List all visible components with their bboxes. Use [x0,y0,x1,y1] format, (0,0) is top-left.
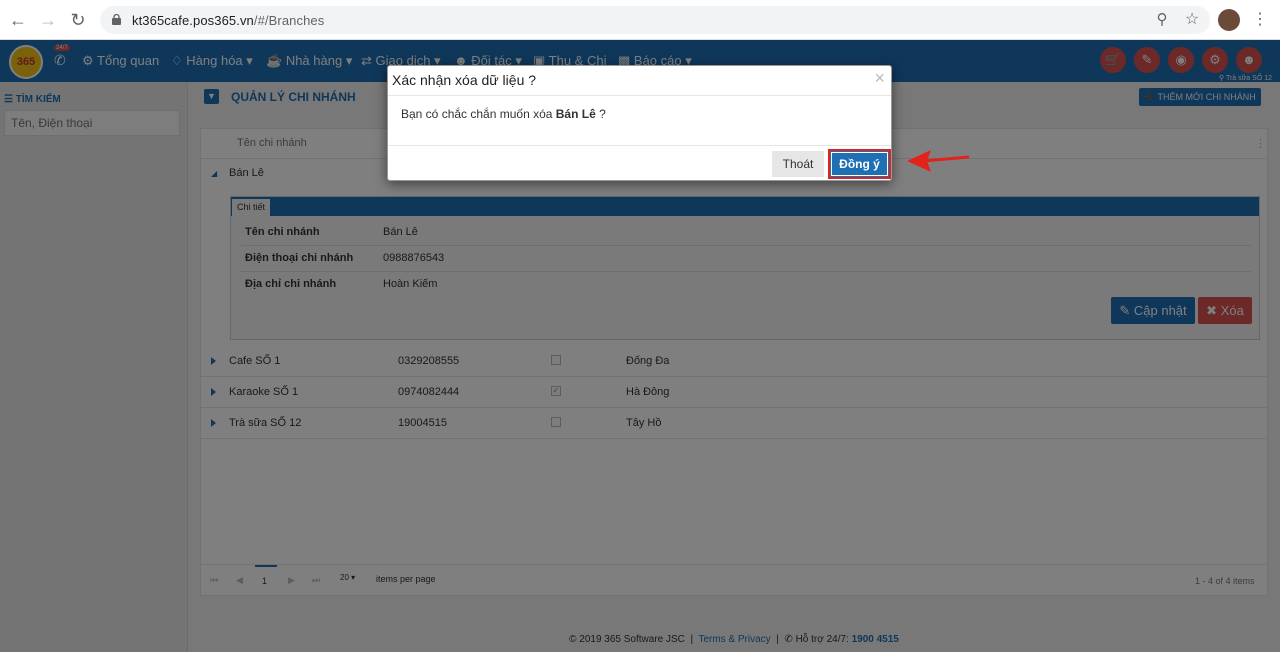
row-address: Hà Đông [626,386,670,398]
add-branch-label: THÊM MỚI CHI NHÁNH [1157,92,1256,102]
row-phone: 0329208555 [398,355,460,367]
phone-square-icon: ✆ [784,634,793,645]
detail-value-phone: 0988876543 [383,252,445,264]
pager-info: 1 - 4 of 4 items [1195,576,1255,586]
zoom-icon[interactable]: ⚲ [1152,10,1172,30]
pager-first-icon[interactable]: ⏮ [210,575,218,586]
expanded-row-name[interactable]: Bán Lê [229,167,264,179]
dialog-message-prefix: Bạn có chắc chắn muốn xóa [401,107,556,121]
column-header-name[interactable]: Tên chi nhánh [237,137,307,149]
table-row[interactable]: Karaoke SỐ 1 0974082444 ✓ Hà Đông [200,377,1268,408]
sidebar-title-label: TÌM KIẾM [15,94,61,105]
delete-button[interactable]: ✖ Xóa [1198,297,1252,324]
row-name: Cafe SỐ 1 [229,355,281,367]
row-phone: 19004515 [398,417,447,429]
filter-icon: ▼ [204,89,219,104]
footer-terms-link[interactable]: Terms & Privacy [698,634,770,645]
menu-icon[interactable]: ⋮ [1250,10,1270,30]
cart-icon[interactable]: 🛒 [1100,47,1126,73]
footer: © 2019 365 Software JSC | Terms & Privac… [188,627,1280,652]
dialog-message-suffix: ? [595,107,606,121]
location-icon[interactable]: ◉ [1168,47,1194,73]
page-title: QUẢN LÝ CHI NHÁNH [231,90,356,104]
sidebar: ☰ TÌM KIẾM [0,82,188,652]
url-path: /#/Branches [253,13,325,28]
pager-size-label: items per page [376,574,436,584]
expand-icon[interactable] [211,357,216,365]
table-row[interactable]: Cafe SỐ 1 0329208555 Đống Đa [200,346,1268,377]
column-menu-icon[interactable]: ⋮ [1255,137,1266,150]
nav-dashboard-label: Tổng quan [97,53,160,68]
nav-products[interactable]: ♢ Hàng hóa ▾ [171,53,253,69]
nav-restaurant-label: Nhà hàng [285,53,343,68]
pager-next-icon[interactable]: ▶ [288,575,295,586]
forward-icon[interactable]: → [38,10,58,30]
detail-label-address: Địa chỉ chi nhánh [245,278,337,290]
back-icon[interactable]: ← [8,10,28,30]
table-row[interactable]: Trà sữa SỐ 12 19004515 Tây Hồ [200,408,1268,439]
footer-copyright: © 2019 365 Software JSC [569,634,685,645]
pager-prev-icon[interactable]: ◀ [236,575,243,586]
edit-icon[interactable]: ✎ [1134,47,1160,73]
phone-icon[interactable]: ✆ [54,52,66,69]
annotation-arrow-icon [905,148,971,177]
collapse-icon[interactable]: ◢ [211,169,217,178]
star-icon[interactable]: ☆ [1182,10,1202,30]
lock-icon [112,13,121,25]
sidebar-title: ☰ TÌM KIẾM [4,94,61,105]
detail-tabbar [231,197,1259,216]
dialog-title: Xác nhận xóa dữ liệu ? [392,72,537,88]
update-button-label: Cập nhật [1133,303,1187,318]
row-name: Karaoke SỐ 1 [229,386,299,398]
row-checkbox[interactable] [551,417,561,427]
expand-icon[interactable] [211,419,216,427]
search-input[interactable] [4,110,180,136]
tab-detail[interactable]: Chi tiết [232,199,271,216]
row-address: Đống Đa [626,355,670,367]
nav-dashboard[interactable]: ⚙ Tổng quan [82,53,159,69]
pager-size-select[interactable]: 20 ▾ [340,573,355,582]
detail-label-name: Tên chi nhánh [245,226,320,238]
update-button[interactable]: ✎ Cập nhật [1111,297,1195,324]
hotline-badge: 24/7 [54,45,70,51]
url-host: kt365cafe.pos365.vn [132,13,254,28]
dialog-message: Bạn có chắc chắn muốn xóa Bán Lê ? [401,107,606,121]
cancel-button[interactable]: Thoát [772,151,824,177]
pager-last-icon[interactable]: ⏭ [312,575,320,586]
nav-restaurant[interactable]: ☕ Nhà hàng ▾ [266,53,352,69]
browser-toolbar: ← → ↻ kt365cafe.pos365.vn/#/Branches ⚲ ☆… [0,0,1280,40]
pager-current-page[interactable]: 1 [262,576,267,586]
expand-icon[interactable] [211,388,216,396]
user-icon[interactable]: ☻ [1236,47,1262,73]
nav-products-label: Hàng hóa [186,53,243,68]
row-name: Trà sữa SỐ 12 [229,417,302,429]
logo[interactable]: 365 [9,45,43,79]
confirm-button[interactable]: Đồng ý [828,149,891,179]
close-icon[interactable]: × [874,68,885,89]
pager-size-value: 20 [340,573,349,582]
detail-value-name: Bán Lê [383,226,418,238]
current-branch-label: Trà sữa SỐ 12 [1225,75,1272,82]
confirm-delete-dialog: Xác nhận xóa dữ liệu ? × Bạn có chắc chắ… [387,65,892,181]
delete-button-label: Xóa [1220,303,1244,318]
reload-icon[interactable]: ↻ [68,10,88,30]
row-checkbox[interactable] [551,355,561,365]
footer-support-phone: 1900 4515 [851,634,899,645]
detail-value-address: Hoàn Kiếm [383,278,438,290]
add-branch-button[interactable]: ➕ THÊM MỚI CHI NHÁNH [1139,88,1261,106]
detail-label-phone: Điện thoại chi nhánh [245,252,354,264]
dialog-message-target: Bán Lê [555,107,596,121]
row-checkbox-checked[interactable]: ✓ [551,386,561,396]
settings-icon[interactable]: ⚙ [1202,47,1228,73]
row-phone: 0974082444 [398,386,460,398]
detail-panel: Chi tiết Tên chi nhánh Bán Lê Điện thoại… [230,196,1260,340]
current-branch: ⚲ Trà sữa SỐ 12 [1218,75,1272,82]
url-text: kt365cafe.pos365.vn/#/Branches [132,13,324,28]
profile-avatar[interactable] [1218,9,1240,31]
footer-support-label: Hỗ trợ 24/7: [795,634,849,645]
row-address: Tây Hồ [626,417,662,429]
